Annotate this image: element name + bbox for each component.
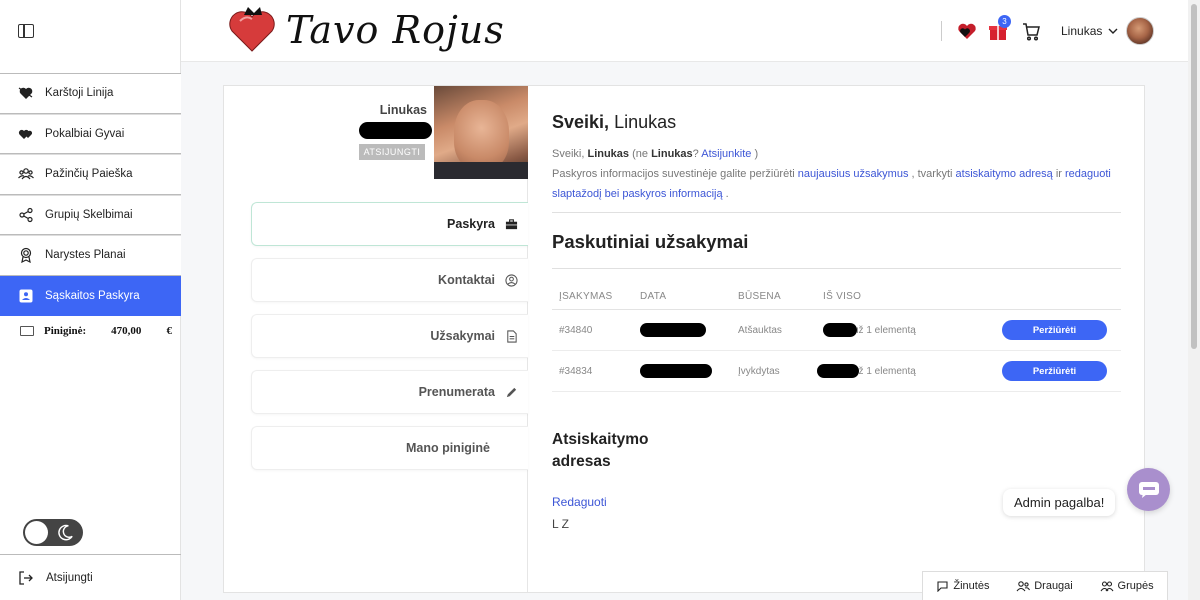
sidebar-item-label: Sąskaitos Paskyra: [45, 289, 140, 302]
sidebar-item-live-chat[interactable]: Pokalbiai Gyvai: [0, 113, 181, 154]
account-card: Linukas ATSIJUNGTI Paskyra Kontaktai Užs…: [223, 85, 1145, 593]
order-total: už 1 elementą: [853, 365, 916, 377]
wallet-icon: [20, 326, 34, 336]
wallet-amount: 470,00: [111, 325, 142, 337]
order-id[interactable]: #34834: [552, 366, 640, 377]
recent-orders-title: Paskutiniai užsakymai: [552, 231, 749, 252]
billing-address: L Z: [552, 517, 569, 531]
friends-icon: [1016, 581, 1031, 592]
bottom-social-bar: Žinutės Draugai Grupės: [922, 571, 1168, 600]
tab-contacts[interactable]: Kontaktai: [251, 258, 528, 302]
edit-billing-link[interactable]: Redaguoti: [552, 495, 607, 509]
sidebar-item-label: Narystes Planai: [45, 249, 126, 262]
billing-address-link[interactable]: atsiskaitymo adresą: [956, 168, 1053, 180]
page-title: Sveiki, Linukas: [552, 112, 677, 132]
messages-button[interactable]: Žinutės: [936, 580, 989, 592]
sidebar-item-group-ads[interactable]: Grupių Skelbimai: [0, 194, 181, 235]
sidebar-item-label: Grupių Skelbimai: [45, 208, 133, 221]
wallet-label: Piniginė:: [44, 325, 87, 337]
document-icon: [507, 329, 517, 343]
tab-account[interactable]: Paskyra: [251, 202, 528, 246]
logout-button[interactable]: Atsijungti: [0, 554, 181, 600]
sidebar-menu: Karštoji Linija Pokalbiai Gyvai Pažinčių…: [0, 73, 181, 316]
moon-icon: [58, 524, 73, 541]
redacted-text: [359, 122, 432, 139]
theme-toggle[interactable]: [23, 519, 83, 546]
sidebar-item-label: Pažinčių Paieška: [45, 168, 133, 181]
profile-name: Linukas: [379, 103, 427, 117]
brand-name: Tavo Rojus: [286, 8, 505, 52]
order-status: Įvykdytas: [738, 365, 780, 377]
redacted-date: [640, 323, 706, 337]
redacted-total: [817, 364, 859, 378]
pencil-icon: [506, 387, 517, 397]
status-badge: ATSIJUNGTI: [359, 144, 425, 160]
chevron-down-icon: [1108, 28, 1118, 34]
toggle-knob: [25, 521, 48, 544]
order-total: už 1 elementą: [853, 324, 916, 336]
top-header: Tavo Rojus 3 Linukas: [181, 0, 1188, 62]
chat-hearts-icon: [18, 126, 34, 142]
username-label: Linukas: [1061, 24, 1103, 38]
sidebar-item-label: Pokalbiai Gyvai: [45, 127, 125, 140]
profile-photo: [434, 86, 528, 179]
admin-help-button[interactable]: [1127, 468, 1170, 511]
heart-logo-icon: [229, 7, 275, 52]
table-header: ĮSAKYMAS DATA BŪSENA IŠ VISO: [552, 284, 1121, 310]
briefcase-icon: [505, 218, 518, 229]
table-row: #34834 Įvykdytas už 1 elementą Peržiūrėt…: [552, 351, 1121, 392]
cart-icon[interactable]: [1020, 20, 1042, 42]
tab-subscription[interactable]: Prenumerata: [251, 370, 528, 414]
wallet-balance: Piniginė: 470,00 €: [20, 325, 172, 337]
avatar: [1126, 17, 1155, 45]
logout-link[interactable]: Atsijunkite: [701, 148, 751, 160]
heart-arrow-icon: [18, 85, 34, 101]
scrollbar-thumb[interactable]: [1191, 4, 1197, 349]
header-divider: [941, 21, 942, 41]
table-row: #34840 Atšauktas už 1 elementą Peržiūrėt…: [552, 310, 1121, 351]
user-menu[interactable]: Linukas: [1061, 17, 1155, 45]
view-order-button[interactable]: Peržiūrėti: [1002, 320, 1107, 340]
hearts-gift-icon[interactable]: [956, 20, 978, 42]
award-icon: [18, 247, 34, 264]
chat-icon: [937, 581, 948, 592]
tab-my-wallet[interactable]: Mano piniginė: [251, 426, 528, 470]
sidebar-toggle-icon[interactable]: [18, 24, 34, 38]
gift-count-badge: 3: [998, 15, 1011, 28]
share-icon: [18, 207, 34, 223]
chat-bubble-icon: [1138, 481, 1159, 498]
intro-text: Sveiki, Linukas (ne Linukas? Atsijunkite…: [552, 148, 1111, 200]
tab-orders[interactable]: Užsakymai: [251, 314, 528, 358]
sidebar-item-account[interactable]: Sąskaitos Paskyra: [0, 275, 181, 316]
redacted-total: [823, 323, 857, 337]
sidebar-item-membership-plans[interactable]: Narystes Planai: [0, 235, 181, 276]
groups-button[interactable]: Grupės: [1100, 580, 1154, 592]
logout-icon: [19, 570, 33, 585]
order-id[interactable]: #34840: [552, 325, 640, 336]
account-tabs: Paskyra Kontaktai Užsakymai Prenumerata …: [251, 202, 528, 482]
view-order-button[interactable]: Peržiūrėti: [1002, 361, 1107, 381]
site-logo[interactable]: Tavo Rojus: [226, 5, 505, 55]
redacted-date: [640, 364, 712, 378]
sidebar-item-label: Karštoji Linija: [45, 87, 114, 100]
logout-label: Atsijungti: [46, 571, 93, 584]
profile-column: Linukas ATSIJUNGTI Paskyra Kontaktai Užs…: [224, 86, 528, 592]
sidebar: Karštoji Linija Pokalbiai Gyvai Pažinčių…: [0, 0, 181, 600]
divider: [552, 212, 1121, 213]
divider: [552, 268, 1121, 269]
sidebar-item-dating-search[interactable]: Pažinčių Paieška: [0, 154, 181, 195]
recent-orders-link[interactable]: naujausius užsakymus: [798, 168, 909, 180]
admin-help-label[interactable]: Admin pagalba!: [1003, 489, 1116, 516]
groups-icon: [1100, 581, 1113, 592]
sidebar-item-hot-line[interactable]: Karštoji Linija: [0, 73, 181, 114]
people-search-icon: [18, 166, 34, 182]
user-circle-icon: [505, 273, 518, 287]
orders-table: ĮSAKYMAS DATA BŪSENA IŠ VISO #34840 Atša…: [552, 284, 1121, 392]
order-status: Atšauktas: [738, 324, 782, 336]
scrollbar[interactable]: [1188, 0, 1200, 600]
friends-button[interactable]: Draugai: [1016, 580, 1073, 592]
wallet-currency: €: [166, 325, 173, 337]
billing-address-title: Atsiskaitymo adresas: [552, 431, 649, 470]
account-card-icon: [18, 288, 34, 304]
